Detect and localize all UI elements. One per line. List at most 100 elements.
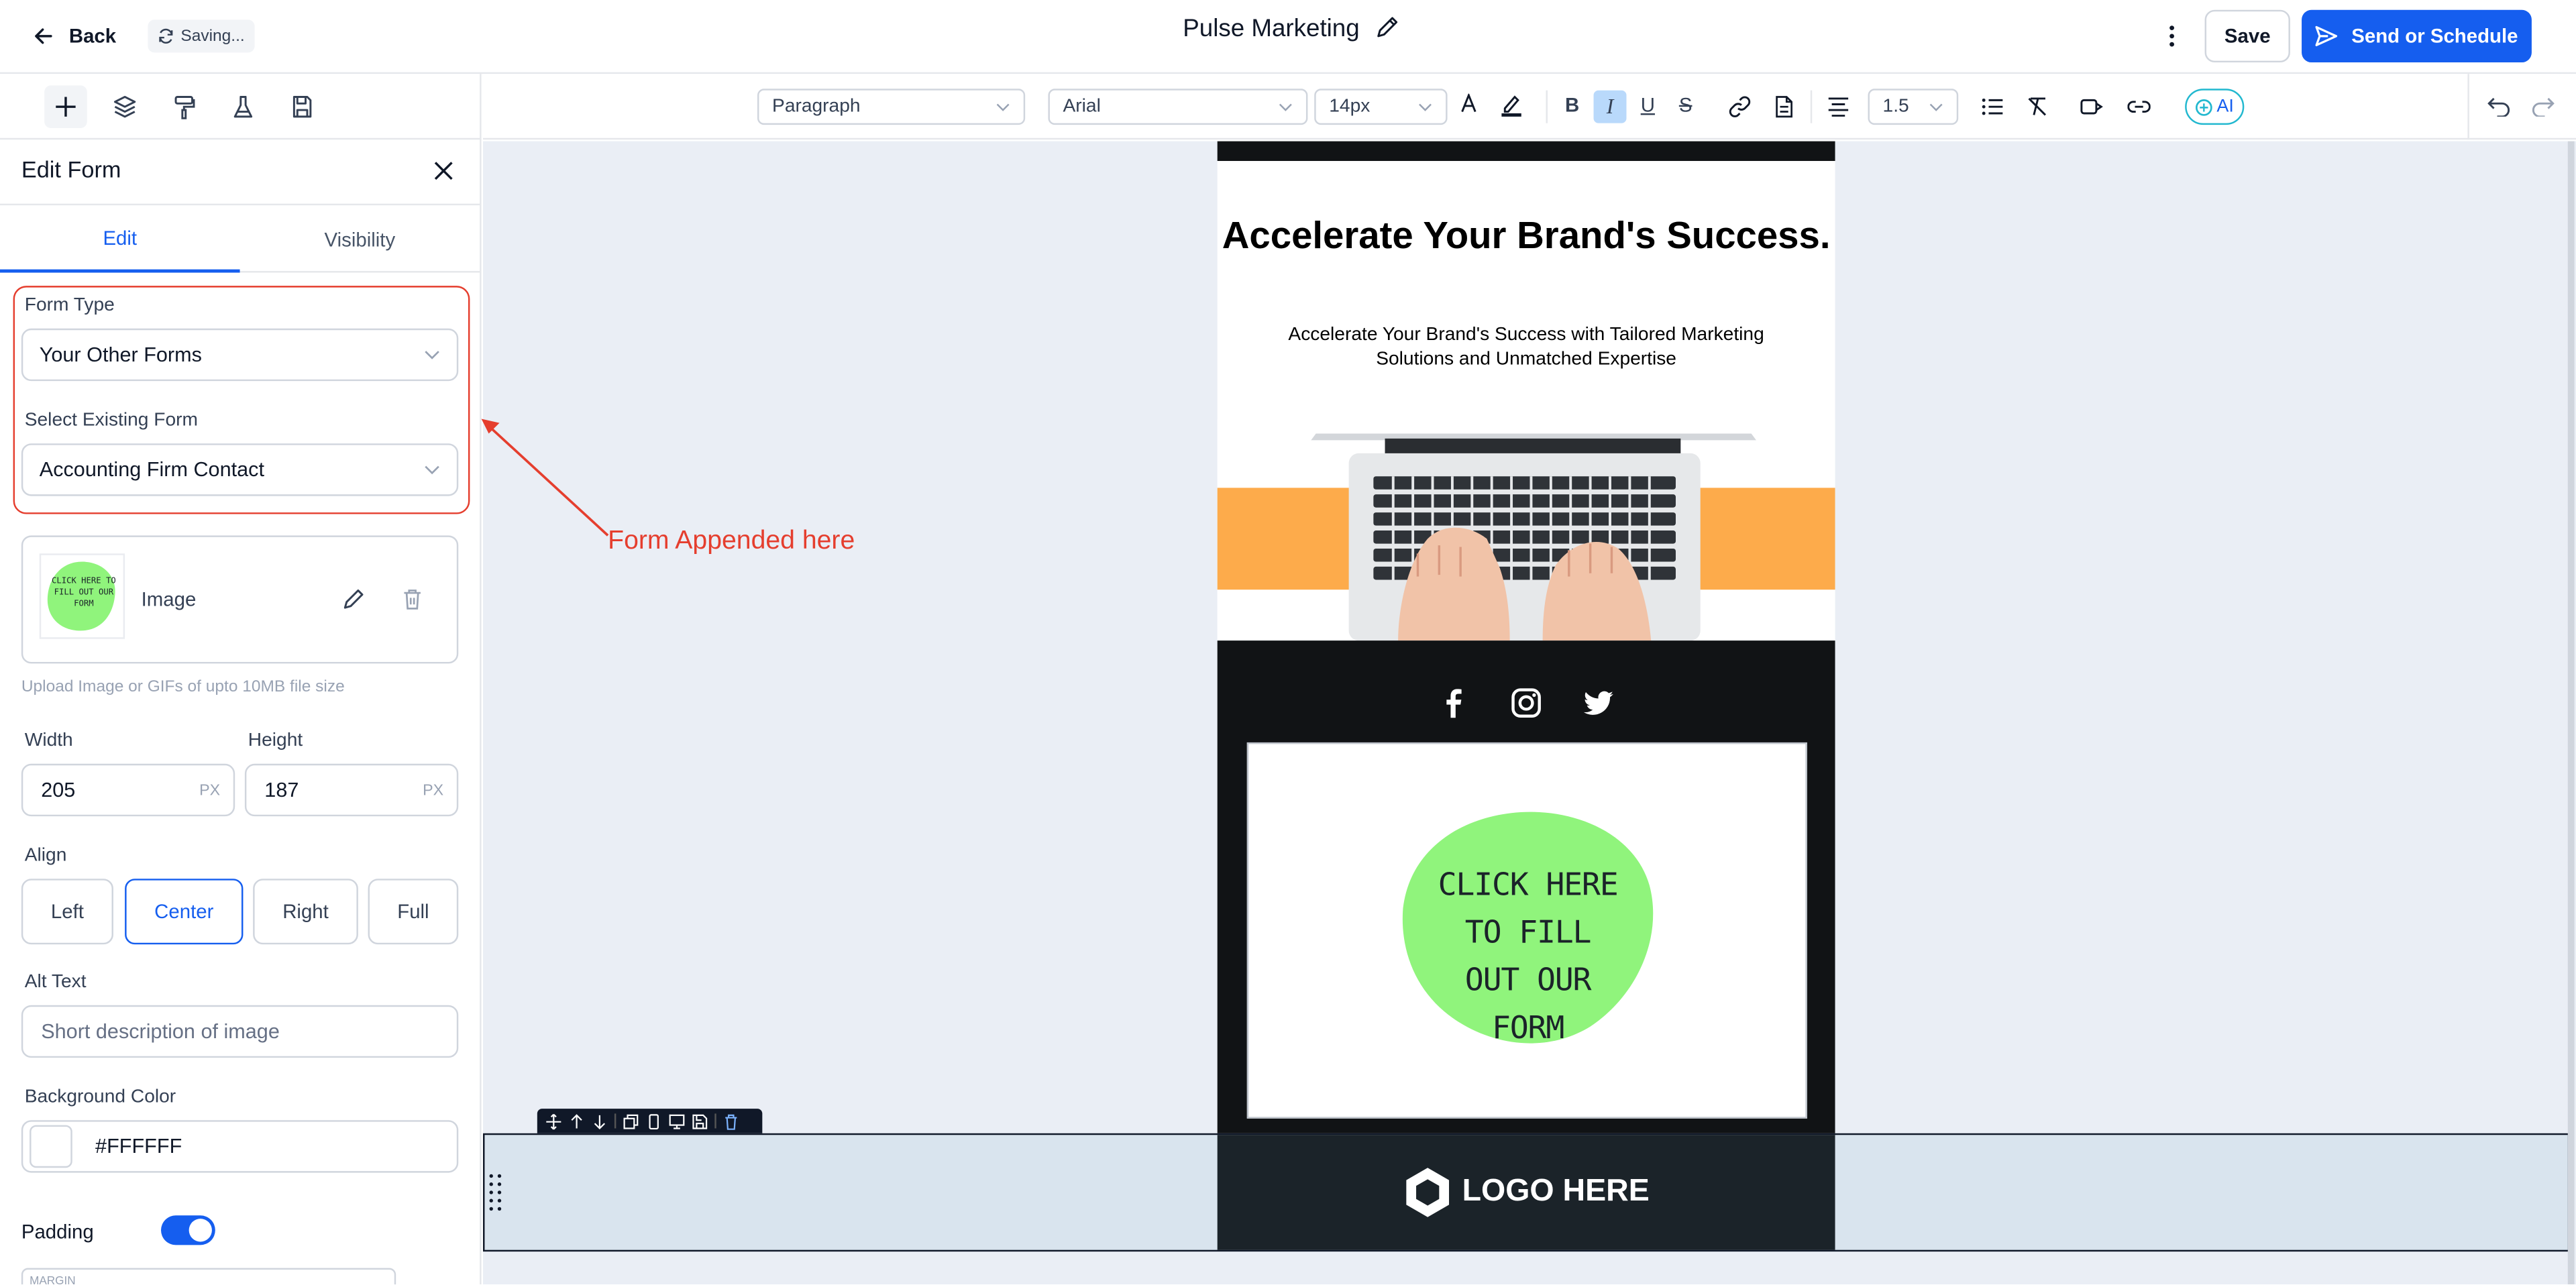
font-size-select[interactable]: 14px	[1314, 89, 1448, 125]
hero-title[interactable]: Accelerate Your Brand's Success.	[1218, 213, 1835, 256]
alt-text-input[interactable]: Short description of image	[21, 1005, 459, 1058]
image-thumbnail[interactable]: CLICK HERE TO FILL OUT OUR FORM	[39, 553, 125, 639]
save-button[interactable]: Save	[2204, 9, 2290, 63]
padding-toggle[interactable]	[161, 1215, 215, 1245]
divider	[1810, 90, 1813, 123]
arrow-up-icon[interactable]	[568, 1113, 584, 1129]
arrow-down-icon[interactable]	[592, 1113, 608, 1129]
form-type-label: Form Type	[24, 295, 115, 316]
campaign-title-text: Pulse Marketing	[1183, 13, 1360, 42]
align-left-button[interactable]: Left	[21, 879, 113, 945]
laptop-illustration	[1311, 433, 1756, 641]
desktop-icon[interactable]	[669, 1113, 685, 1129]
layers-icon[interactable]	[103, 85, 146, 128]
align-right-button[interactable]: Right	[253, 879, 358, 945]
form-link-image[interactable]: CLICK HERE TO FILL OUT OUR FORM	[1246, 742, 1807, 1119]
form-image-text: CLICK HERE TO FILL OUT OUR FORM	[1438, 867, 1619, 1047]
undo-icon[interactable]	[2485, 94, 2512, 120]
panel-tabs: Edit Visibility	[0, 203, 480, 273]
ai-brain-icon	[2196, 98, 2213, 115]
margin-field[interactable]: MARGIN	[21, 1268, 396, 1285]
save-block-icon[interactable]	[692, 1113, 708, 1129]
arrow-left-icon	[35, 28, 52, 44]
align-full-button[interactable]: Full	[368, 879, 459, 945]
delete-image-icon[interactable]	[399, 586, 425, 612]
redo-icon[interactable]	[2530, 94, 2556, 120]
existing-form-select[interactable]: Accounting Firm Contact	[21, 443, 459, 496]
tab-visibility[interactable]: Visibility	[240, 205, 480, 272]
back-button[interactable]: Back	[33, 16, 116, 56]
facebook-icon[interactable]	[1438, 687, 1470, 720]
link-icon[interactable]	[1727, 94, 1753, 120]
height-value: 187	[264, 778, 299, 802]
line-height-select[interactable]: 1.5	[1868, 89, 1959, 125]
paint-roller-icon[interactable]	[162, 85, 205, 128]
campaign-title[interactable]: Pulse Marketing	[1183, 10, 1399, 46]
clear-format-icon[interactable]	[2024, 94, 2050, 120]
unlink-icon[interactable]	[2126, 94, 2152, 120]
left-toolbar	[0, 74, 482, 140]
save-icon[interactable]	[281, 85, 324, 128]
bullet-list-icon[interactable]	[1980, 94, 2006, 120]
margin-label: MARGIN	[30, 1276, 76, 1285]
annotation-text: Form Appended here	[608, 527, 855, 555]
block-type-select[interactable]: Paragraph	[757, 89, 1026, 125]
background-color-value: #FFFFFF	[95, 1135, 182, 1158]
mobile-icon[interactable]	[645, 1113, 661, 1129]
width-label: Width	[24, 730, 73, 751]
instagram-icon[interactable]	[1510, 687, 1543, 720]
send-icon	[2316, 25, 2338, 46]
width-input[interactable]: 205 PX	[21, 763, 235, 817]
send-or-schedule-button[interactable]: Send or Schedule	[2302, 9, 2532, 63]
plus-icon[interactable]	[44, 85, 87, 129]
color-swatch[interactable]	[30, 1125, 72, 1168]
chevron-down-icon	[1279, 103, 1292, 111]
highlight-color-icon[interactable]	[1498, 92, 1524, 118]
ai-assistant-button[interactable]: AI	[2185, 89, 2245, 125]
drag-handle-icon[interactable]	[488, 1171, 507, 1214]
pencil-icon[interactable]	[1373, 15, 1399, 41]
edit-image-icon[interactable]	[340, 586, 366, 612]
image-label: Image	[141, 588, 197, 612]
align-center-button[interactable]: Center	[125, 879, 244, 945]
duplicate-icon[interactable]	[623, 1113, 639, 1129]
chevron-down-icon	[425, 465, 439, 475]
more-options-icon[interactable]	[2155, 19, 2188, 52]
move-icon[interactable]	[545, 1113, 561, 1129]
strikethrough-icon[interactable]: S	[1672, 92, 1699, 118]
chevron-down-icon	[996, 103, 1010, 111]
merge-tag-icon[interactable]	[2078, 94, 2104, 120]
twitter-icon[interactable]	[1582, 687, 1615, 720]
hero-image[interactable]	[1217, 418, 1835, 641]
flask-icon[interactable]	[222, 85, 265, 128]
font-family-select[interactable]: Arial	[1048, 89, 1308, 125]
saving-label: Saving...	[180, 27, 245, 46]
tab-edit[interactable]: Edit	[0, 205, 240, 273]
form-type-select[interactable]: Your Other Forms	[21, 328, 459, 382]
saving-status: Saving...	[148, 19, 255, 53]
width-unit: PX	[199, 781, 221, 799]
document-icon[interactable]	[1771, 94, 1797, 120]
height-input[interactable]: 187 PX	[244, 763, 459, 817]
align-center-icon[interactable]	[1825, 94, 1851, 120]
italic-icon[interactable]: I	[1593, 90, 1627, 123]
existing-form-value: Accounting Firm Contact	[39, 458, 264, 482]
background-color-input[interactable]: #FFFFFF	[21, 1120, 459, 1173]
logo-hexagon-icon	[1406, 1168, 1449, 1217]
divider	[2467, 74, 2469, 140]
row-toolbar	[537, 1109, 763, 1133]
existing-form-label: Select Existing Form	[24, 410, 198, 431]
canvas-scrollbar[interactable]	[2567, 141, 2575, 1285]
upload-hint: Upload Image or GIFs of upto 10MB file s…	[21, 678, 345, 697]
hero-subtitle[interactable]: Accelerate Your Brand's Success with Tai…	[1267, 323, 1786, 371]
bold-icon[interactable]: B	[1559, 92, 1585, 118]
trash-icon[interactable]	[723, 1113, 739, 1129]
chevron-down-icon	[425, 351, 439, 359]
send-label: Send or Schedule	[2351, 24, 2518, 48]
footer-logo[interactable]: LOGO HERE	[1217, 1135, 1835, 1250]
close-icon[interactable]	[431, 158, 457, 184]
line-height-value: 1.5	[1882, 97, 1909, 117]
height-label: Height	[248, 730, 303, 751]
text-color-icon[interactable]	[1456, 92, 1482, 118]
underline-icon[interactable]: U	[1635, 92, 1661, 118]
